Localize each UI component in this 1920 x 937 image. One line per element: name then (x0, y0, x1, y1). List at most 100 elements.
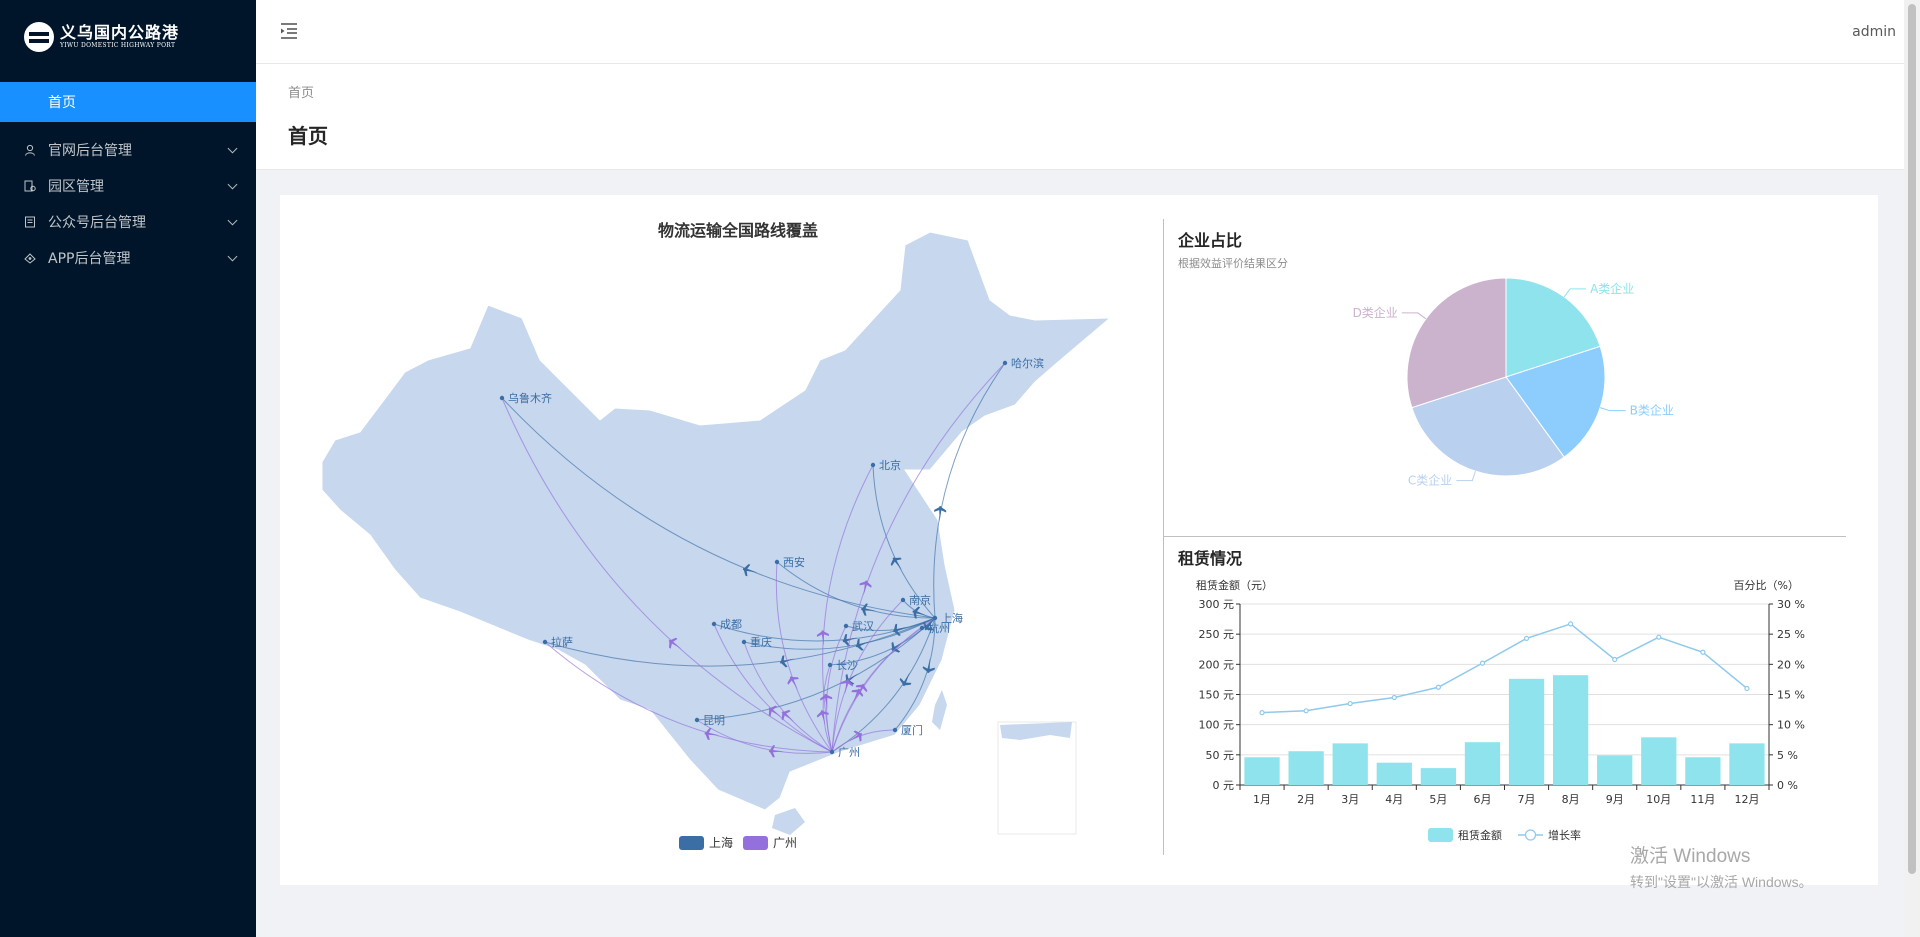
city-point[interactable] (711, 621, 717, 627)
route-map[interactable]: 物流运输全国路线覆盖 乌鲁木齐 哈尔滨北京西安南京上海 杭州 成都 武汉重庆长沙 拉萨昆明… (300, 210, 1160, 860)
line-point[interactable] (1435, 684, 1441, 690)
city-point[interactable] (919, 625, 925, 631)
city-label: 哈尔滨 (1011, 356, 1044, 370)
user-menu[interactable]: admin (1852, 24, 1896, 40)
x-tick-label: 1月 (1253, 793, 1271, 806)
sidebar-item-official-account[interactable]: 公众号后台管理 (0, 202, 256, 242)
chevron-down-icon (227, 143, 238, 154)
bar[interactable] (1729, 743, 1765, 785)
pie-label: B类企业 (1630, 403, 1674, 418)
legend-label[interactable]: 广州 (773, 836, 797, 850)
line-point[interactable] (1479, 660, 1486, 666)
page-header: 首页 首页 (256, 64, 1904, 170)
user-icon (25, 144, 35, 156)
y2-tick-label: 25 % (1777, 628, 1805, 641)
sidebar-item-label: APP后台管理 (48, 251, 131, 267)
pie-title: 企业占比 (1178, 231, 1243, 250)
city-point[interactable] (843, 623, 849, 629)
city-point[interactable] (694, 717, 700, 723)
legend-swatch[interactable] (743, 836, 768, 850)
city-point[interactable] (741, 639, 747, 645)
bar[interactable] (1641, 737, 1677, 785)
pie-label: A类企业 (1590, 281, 1634, 296)
city-label: 乌鲁木齐 (508, 391, 552, 405)
city-point[interactable] (499, 395, 505, 401)
line-point[interactable] (1700, 649, 1706, 655)
line-point[interactable] (1568, 621, 1574, 627)
y-tick-label: 100 元 (1199, 719, 1235, 732)
legend-marker (1524, 829, 1537, 841)
breadcrumb[interactable]: 首页 (288, 82, 314, 101)
bar[interactable] (1332, 743, 1368, 785)
city-label: 北京 (879, 458, 901, 472)
y-tick-label: 0 元 (1213, 779, 1235, 792)
logo-subtitle: YIWU DOMESTIC HIGHWAY PORT (60, 42, 176, 49)
sidebar-item-home[interactable]: 首页 (0, 82, 256, 122)
scrollbar-thumb[interactable] (1908, 4, 1916, 874)
park-icon (24, 180, 36, 192)
pie-chart[interactable]: A类企业 B类企业 C类企业 D类企业 (1300, 260, 1700, 490)
sidebar-menu: 首页 官网后台管理 园区管理 公众号后台管理 APP后台管理 (0, 82, 256, 278)
bar-line-chart[interactable]: 租赁金额（元） 百分比（%） 0 元 50 元 100 元 150 元 200 元 250 元… (1170, 570, 1830, 850)
city-point[interactable] (542, 639, 548, 645)
line-series (1262, 623, 1748, 714)
city-label: 杭州 (928, 621, 950, 635)
legend-swatch[interactable] (679, 836, 704, 850)
sidebar-item-app-admin[interactable]: APP后台管理 (0, 238, 256, 278)
pie-leader-line (1600, 407, 1626, 412)
taiwan-island (932, 690, 947, 730)
y2-tick-label: 0 % (1777, 779, 1798, 792)
city-label: 西安 (783, 555, 805, 569)
x-tick-label: 5月 (1429, 793, 1447, 806)
line-point[interactable] (1391, 694, 1397, 701)
line-point[interactable] (1656, 634, 1662, 640)
line-point[interactable] (1612, 656, 1618, 663)
legend-label[interactable]: 增长率 (1548, 828, 1581, 842)
legend-label[interactable]: 租赁金额 (1458, 828, 1502, 842)
bar[interactable] (1552, 675, 1589, 785)
y-tick-label: 300 元 (1199, 598, 1235, 611)
city-point[interactable] (1002, 360, 1008, 366)
line-point[interactable] (1259, 710, 1265, 716)
x-tick-label: 3月 (1341, 793, 1359, 806)
bar[interactable] (1597, 755, 1633, 785)
hainan-island (772, 808, 805, 835)
legend-swatch[interactable] (1428, 828, 1453, 842)
sidebar-item-website-admin[interactable]: 官网后台管理 (0, 130, 256, 170)
x-tick-label: 7月 (1518, 793, 1536, 806)
windows-activation-watermark: 激活 Windows 转到"设置"以激活 Windows。 (1630, 841, 1813, 892)
line-point[interactable] (1744, 685, 1750, 692)
x-tick-label: 9月 (1606, 793, 1624, 806)
city-point[interactable] (870, 462, 876, 468)
city-point[interactable] (829, 749, 835, 755)
bar[interactable] (1288, 751, 1324, 785)
watermark-title: 激活 Windows (1630, 846, 1751, 867)
bar[interactable] (1464, 742, 1501, 785)
y-axis-label: 租赁金额（元） (1196, 578, 1273, 592)
line-point[interactable] (1303, 708, 1309, 714)
city-point[interactable] (892, 727, 898, 733)
chevron-down-icon (227, 179, 238, 190)
line-point[interactable] (1347, 700, 1353, 707)
line-point[interactable] (1523, 635, 1530, 641)
bar[interactable] (1508, 678, 1545, 785)
logo[interactable]: 义乌国内公路港 YIWU DOMESTIC HIGHWAY PORT (24, 22, 179, 52)
bar[interactable] (1244, 757, 1280, 785)
x-tick-label: 2月 (1297, 793, 1315, 806)
legend-label[interactable]: 上海 (709, 835, 733, 850)
city-point[interactable] (827, 662, 833, 668)
menu-fold-icon[interactable] (280, 22, 298, 40)
bar[interactable] (1685, 757, 1721, 785)
y2-tick-label: 30 % (1777, 598, 1805, 611)
bar[interactable] (1376, 762, 1412, 785)
divider (1163, 219, 1164, 855)
south-sea-islands (1000, 722, 1072, 740)
bar[interactable] (1420, 768, 1457, 785)
city-point[interactable] (900, 597, 906, 603)
sidebar-item-label: 公众号后台管理 (48, 215, 146, 231)
logo-title: 义乌国内公路港 (60, 23, 180, 42)
vertical-scrollbar[interactable] (1904, 0, 1920, 937)
city-point[interactable] (932, 615, 938, 621)
city-point[interactable] (774, 559, 780, 565)
sidebar-item-park[interactable]: 园区管理 (0, 166, 256, 206)
